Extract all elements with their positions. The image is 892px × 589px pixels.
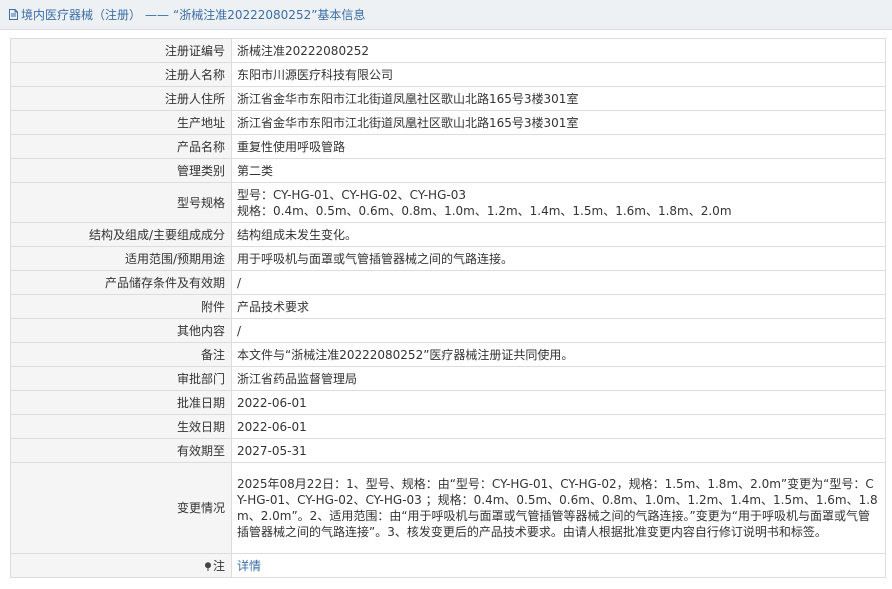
- table-row: 结构及组成/主要组成成分 结构组成未发生变化。: [10, 222, 886, 247]
- table-row: 注 详情: [10, 553, 886, 578]
- table-row: 有效期至 2027-05-31: [10, 438, 886, 463]
- table-row: 适用范围/预期用途 用于呼吸机与面罩或气管插管器械之间的气路连接。: [10, 246, 886, 271]
- row-label: 注册人名称: [10, 62, 232, 87]
- row-label: 管理类别: [10, 158, 232, 183]
- row-value: 浙江省药品监督管理局: [231, 366, 886, 391]
- table-row: 型号规格 型号：CY-HG-01、CY-HG-02、CY-HG-03 规格：0.…: [10, 182, 886, 223]
- row-value: 东阳市川源医疗科技有限公司: [231, 62, 886, 87]
- note-label: 注: [212, 558, 225, 573]
- row-label: 型号规格: [10, 182, 232, 223]
- row-label: 适用范围/预期用途: [10, 246, 232, 271]
- table-row: 备注 本文件与“浙械注准20222080252”医疗器械注册证共同使用。: [10, 342, 886, 367]
- row-label: 变更情况: [10, 462, 232, 554]
- model-line: 型号：CY-HG-01、CY-HG-02、CY-HG-03: [237, 187, 466, 202]
- row-value: 结构组成未发生变化。: [231, 222, 886, 247]
- table-row: 附件 产品技术要求: [10, 294, 886, 319]
- change-history-text: 2025年08月22日：1、型号、规格：由“型号：CY-HG-01、CY-HG-…: [231, 462, 886, 554]
- table-row: 批准日期 2022-06-01: [10, 390, 886, 415]
- row-value: 2027-05-31: [231, 438, 886, 463]
- row-label: 注册证编号: [10, 38, 232, 63]
- row-value: /: [231, 270, 886, 295]
- table-row: 注册人名称 东阳市川源医疗科技有限公司: [10, 62, 886, 87]
- page-title: “浙械注准20222080252”基本信息: [173, 8, 366, 22]
- row-label: 生产地址: [10, 110, 232, 135]
- row-label: 有效期至: [10, 438, 232, 463]
- table-row: 产品名称 重复性使用呼吸管路: [10, 134, 886, 159]
- table-row: 注册证编号 浙械注准20222080252: [10, 38, 886, 63]
- row-value: 产品技术要求: [231, 294, 886, 319]
- table-row: 审批部门 浙江省药品监督管理局: [10, 366, 886, 391]
- table-row: 注册人住所 浙江省金华市东阳市江北街道凤凰社区歌山北路165号3楼301室: [10, 86, 886, 111]
- document-icon: [9, 9, 18, 20]
- row-value: 用于呼吸机与面罩或气管插管器械之间的气路连接。: [231, 246, 886, 271]
- row-label: 注册人住所: [10, 86, 232, 111]
- row-label: 其他内容: [10, 318, 232, 343]
- row-value: 浙江省金华市东阳市江北街道凤凰社区歌山北路165号3楼301室: [231, 86, 886, 111]
- row-label: 备注: [10, 342, 232, 367]
- detail-table: 注册证编号 浙械注准20222080252 注册人名称 东阳市川源医疗科技有限公…: [10, 38, 886, 578]
- row-label: 结构及组成/主要组成成分: [10, 222, 232, 247]
- pin-icon: [204, 559, 212, 571]
- table-row: 管理类别 第二类: [10, 158, 886, 183]
- row-label: 审批部门: [10, 366, 232, 391]
- table-row: 生产地址 浙江省金华市东阳市江北街道凤凰社区歌山北路165号3楼301室: [10, 110, 886, 135]
- row-label: 生效日期: [10, 414, 232, 439]
- row-label: 产品储存条件及有效期: [10, 270, 232, 295]
- table-row: 产品储存条件及有效期 /: [10, 270, 886, 295]
- row-value: 第二类: [231, 158, 886, 183]
- row-value: 重复性使用呼吸管路: [231, 134, 886, 159]
- table-row: 变更情况 2025年08月22日：1、型号、规格：由“型号：CY-HG-01、C…: [10, 462, 886, 554]
- row-label: 产品名称: [10, 134, 232, 159]
- row-value: 本文件与“浙械注准20222080252”医疗器械注册证共同使用。: [231, 342, 886, 367]
- row-value: 浙械注准20222080252: [231, 38, 886, 63]
- row-value: 浙江省金华市东阳市江北街道凤凰社区歌山北路165号3楼301室: [231, 110, 886, 135]
- detail-table-container: 注册证编号 浙械注准20222080252 注册人名称 东阳市川源医疗科技有限公…: [10, 38, 886, 578]
- row-label-note: 注: [10, 553, 232, 578]
- row-value: 型号：CY-HG-01、CY-HG-02、CY-HG-03 规格：0.4m、0.…: [231, 182, 886, 223]
- breadcrumb-separator: ——: [145, 7, 170, 22]
- breadcrumb-section-link[interactable]: 境内医疗器械（注册）: [21, 6, 141, 23]
- row-value: 详情: [231, 553, 886, 578]
- spec-line: 规格：0.4m、0.5m、0.6m、0.8m、1.0m、1.2m、1.4m、1.…: [237, 203, 732, 218]
- table-row: 其他内容 /: [10, 318, 886, 343]
- breadcrumb: 境内医疗器械（注册） —— “浙械注准20222080252”基本信息: [0, 0, 892, 30]
- row-value: 2022-06-01: [231, 390, 886, 415]
- row-label: 附件: [10, 294, 232, 319]
- table-row: 生效日期 2022-06-01: [10, 414, 886, 439]
- row-value: 2022-06-01: [231, 414, 886, 439]
- row-value: /: [231, 318, 886, 343]
- details-link[interactable]: 详情: [237, 559, 261, 573]
- row-label: 批准日期: [10, 390, 232, 415]
